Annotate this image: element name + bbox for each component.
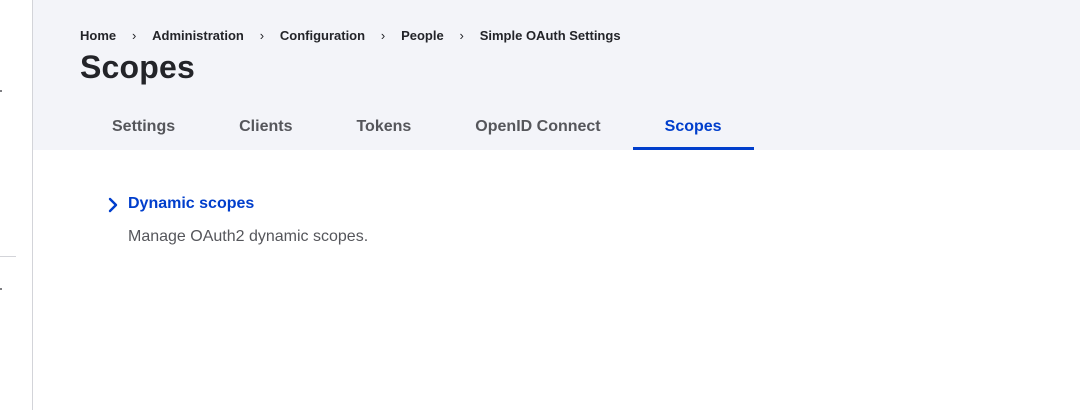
breadcrumb-people[interactable]: People	[401, 28, 444, 43]
sidebar-edge-marker	[0, 288, 2, 290]
dynamic-scopes-link[interactable]: Dynamic scopes	[128, 195, 254, 213]
chevron-right-icon[interactable]	[107, 197, 119, 213]
breadcrumb-separator-icon: ›	[380, 28, 386, 43]
tab-openid-connect[interactable]: OpenID Connect	[443, 104, 632, 150]
page-title: Scopes	[80, 49, 196, 85]
main-content: Dynamic scopes Manage OAuth2 dynamic sco…	[33, 150, 1080, 410]
breadcrumb-separator-icon: ›	[131, 28, 137, 43]
breadcrumb-home[interactable]: Home	[80, 28, 116, 43]
item-description: Manage OAuth2 dynamic scopes.	[128, 228, 369, 245]
breadcrumb-separator-icon: ›	[259, 28, 265, 43]
breadcrumb: Home › Administration › Configuration › …	[80, 28, 621, 43]
breadcrumb-administration[interactable]: Administration	[152, 28, 244, 43]
tab-tokens[interactable]: Tokens	[324, 104, 443, 150]
breadcrumb-configuration[interactable]: Configuration	[280, 28, 365, 43]
breadcrumb-simple-oauth-settings[interactable]: Simple OAuth Settings	[480, 28, 621, 43]
breadcrumb-separator-icon: ›	[459, 28, 464, 43]
tab-clients[interactable]: Clients	[207, 104, 324, 150]
sidebar	[0, 0, 33, 410]
primary-tabs: Settings Clients Tokens OpenID Connect S…	[80, 104, 754, 150]
tab-scopes[interactable]: Scopes	[632, 104, 754, 150]
sidebar-divider	[0, 256, 16, 257]
sidebar-edge-marker	[0, 90, 2, 92]
page-header: Home › Administration › Configuration › …	[33, 0, 1080, 150]
tab-settings[interactable]: Settings	[80, 104, 207, 150]
